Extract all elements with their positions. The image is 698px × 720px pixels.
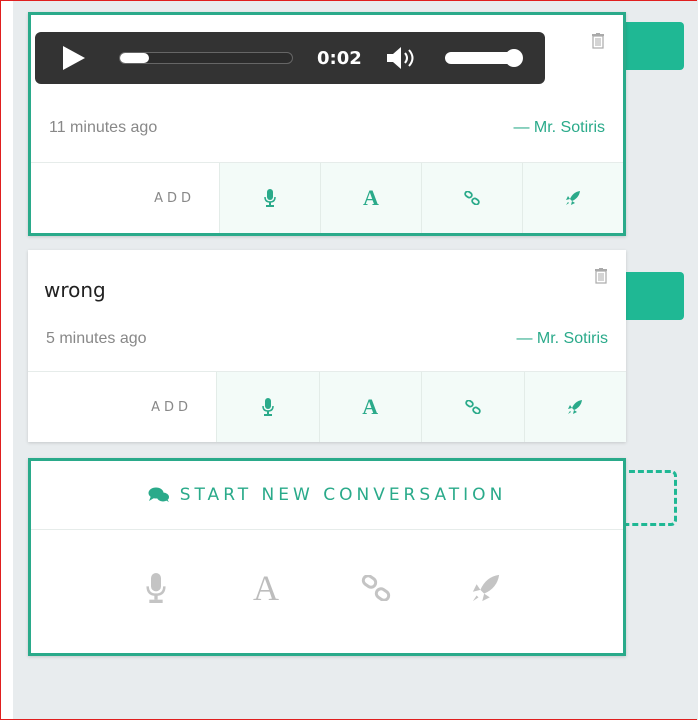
volume-knob[interactable] [505, 49, 523, 67]
add-audio-button[interactable] [216, 372, 319, 442]
add-rocket-button[interactable] [522, 163, 623, 233]
play-icon[interactable] [63, 46, 85, 70]
volume-slider[interactable] [445, 49, 523, 67]
microphone-icon [146, 573, 166, 603]
add-text-button[interactable]: A [320, 163, 421, 233]
message-text: wrong [44, 278, 106, 302]
add-audio-button[interactable] [219, 163, 320, 233]
add-rocket-button[interactable] [523, 372, 626, 442]
text-icon: A [363, 185, 379, 210]
add-label: ADD [151, 399, 192, 415]
left-strip [1, 1, 13, 719]
message-time-ago: 11 minutes ago [49, 119, 158, 136]
new-link-button[interactable] [321, 575, 431, 601]
rocket-icon [566, 191, 580, 205]
text-icon: A [362, 394, 379, 419]
audio-progress-fill [120, 53, 150, 63]
start-new-conversation-label: START NEW CONVERSATION [179, 485, 507, 505]
chat-bubbles-icon [148, 487, 169, 502]
new-conversation-card: START NEW CONVERSATION A [28, 458, 626, 656]
speaker-icon[interactable] [385, 46, 415, 70]
start-new-conversation-button[interactable]: START NEW CONVERSATION [31, 461, 623, 530]
text-message-card[interactable]: wrong 5 minutes ago — Mr. Sotiris ADD A [28, 250, 626, 442]
link-icon [465, 400, 481, 414]
message-toolbar: ADD A [28, 371, 626, 442]
link-icon [361, 575, 391, 601]
new-conversation-tools: A [101, 543, 541, 633]
link-icon [464, 191, 480, 205]
text-icon: A [253, 568, 279, 608]
add-text-button[interactable]: A [318, 372, 421, 442]
message-meta: 11 minutes ago — Mr. Sotiris [49, 119, 605, 141]
add-link-button[interactable] [421, 372, 524, 442]
message-meta: 5 minutes ago — Mr. Sotiris [46, 330, 608, 352]
add-label: ADD [154, 190, 195, 206]
new-text-button[interactable]: A [211, 567, 321, 609]
new-audio-button[interactable] [101, 572, 211, 604]
message-author[interactable]: — Mr. Sotiris [516, 330, 608, 348]
rocket-icon [472, 574, 500, 602]
message-side-tab[interactable] [620, 272, 684, 320]
new-rocket-button[interactable] [431, 573, 541, 603]
audio-message-card[interactable]: 0:02 11 minutes ago — Mr. Sotiris ADD A [28, 12, 626, 236]
trash-icon[interactable] [594, 268, 608, 286]
audio-elapsed-time: 0:02 [317, 48, 362, 69]
audio-progress-track[interactable] [119, 52, 293, 64]
message-side-tab[interactable] [620, 22, 684, 70]
message-toolbar: ADD A [31, 162, 623, 233]
microphone-icon [264, 189, 276, 207]
rocket-icon [568, 400, 583, 414]
message-author[interactable]: — Mr. Sotiris [513, 119, 605, 137]
message-time-ago: 5 minutes ago [46, 330, 147, 347]
add-link-button[interactable] [421, 163, 522, 233]
new-conversation-side-tab[interactable] [620, 470, 677, 526]
trash-icon[interactable] [591, 33, 605, 51]
microphone-icon [262, 398, 274, 416]
audio-player: 0:02 [35, 32, 545, 84]
